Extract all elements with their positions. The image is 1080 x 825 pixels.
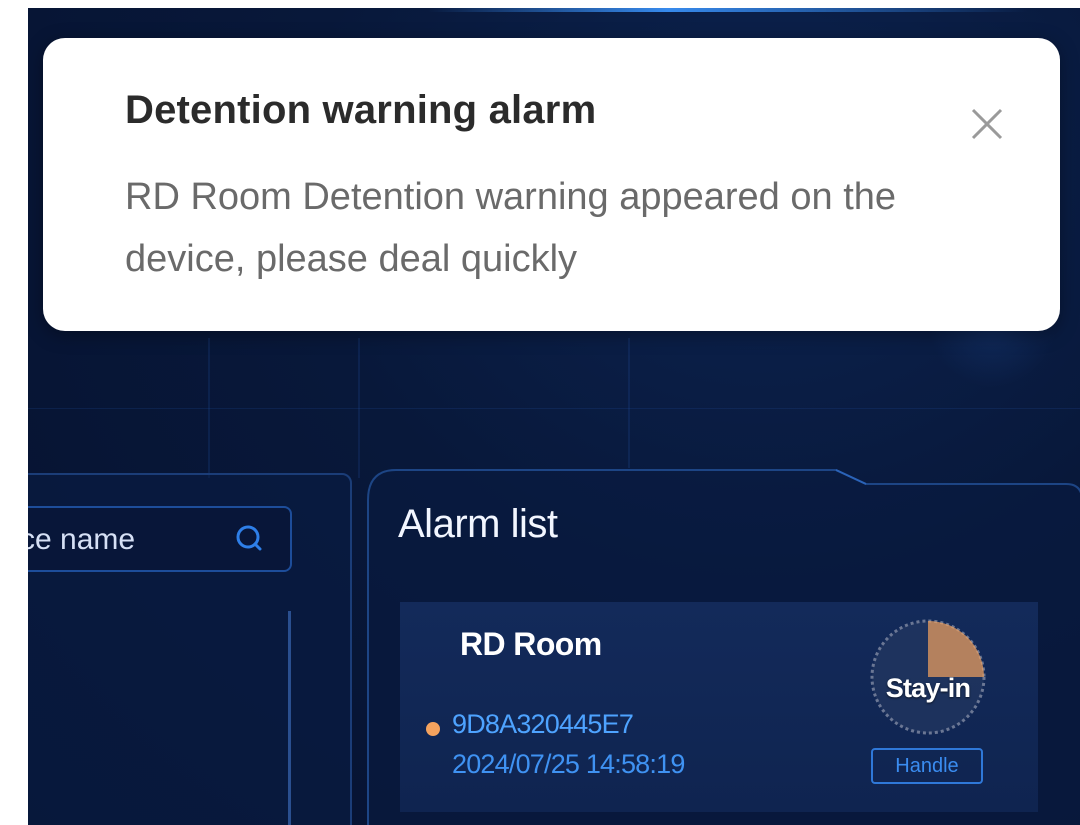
notification-title: Detention warning alarm <box>125 88 597 132</box>
notification-message: RD Room Detention warning appeared on th… <box>125 176 897 280</box>
alarm-device-id: 9D8A320445E7 <box>452 709 634 739</box>
alarm-status-label: Stay-in <box>885 673 971 703</box>
alarm-list-title: Alarm list <box>398 502 558 546</box>
alarm-timestamp: 2024/07/25 14:58:19 <box>452 749 685 779</box>
decor-line <box>28 408 1080 409</box>
decor-line <box>628 338 630 468</box>
device-search-box <box>28 506 292 572</box>
close-icon[interactable] <box>965 102 1009 146</box>
header-glow <box>428 8 1028 12</box>
handle-button[interactable]: Handle <box>871 748 983 784</box>
alarm-status-dot <box>426 722 440 736</box>
device-search-input[interactable] <box>28 508 225 572</box>
dashboard-background: Alarm list RD Room 9D8A320445E7 2024/07/… <box>28 8 1080 825</box>
device-list-scrollbar[interactable] <box>288 611 291 825</box>
alarm-room-name: RD Room <box>460 626 602 662</box>
alarm-notification: Detention warning alarm RD Room Detentio… <box>43 38 1060 331</box>
search-icon[interactable] <box>233 522 267 556</box>
